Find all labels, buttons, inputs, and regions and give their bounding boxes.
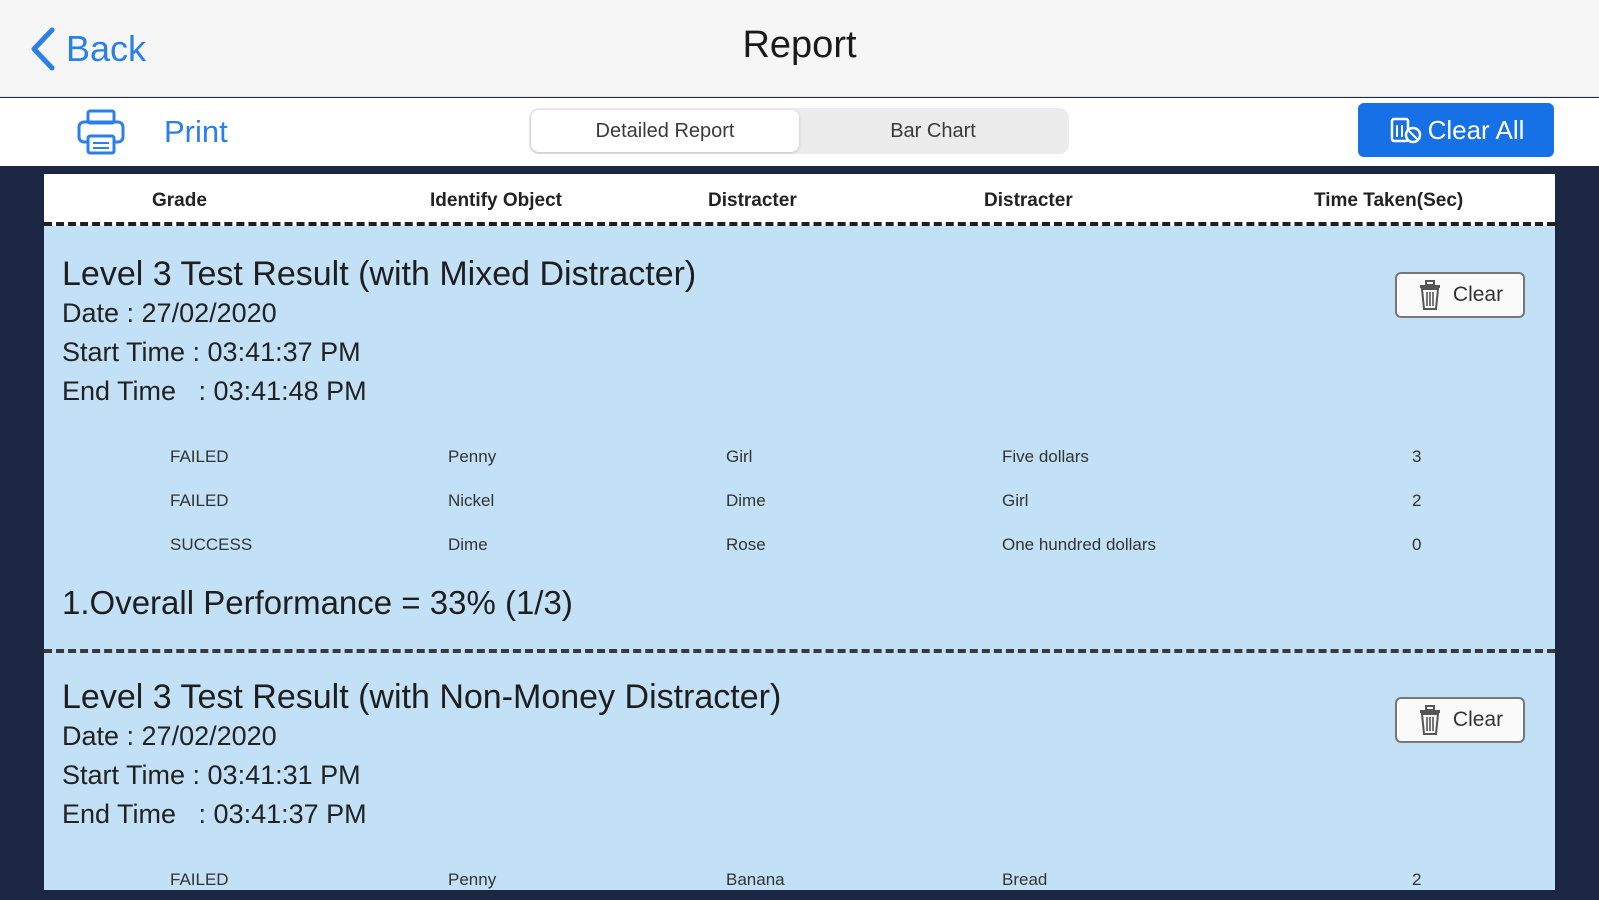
cell-distracter-2: One hundred dollars: [1002, 535, 1157, 554]
result-date: Date : 27/02/2020: [62, 298, 277, 328]
clear-result-button[interactable]: Clear: [1395, 272, 1525, 318]
cell-time-taken: 3: [1412, 447, 1422, 466]
column-header-distracter-1: Distracter: [708, 190, 797, 211]
print-label: Print: [164, 114, 228, 149]
clear-all-button[interactable]: Clear All: [1358, 103, 1554, 157]
print-button[interactable]: Print: [76, 104, 228, 160]
cell-grade: FAILED: [170, 447, 229, 466]
clear-result-label: Clear: [1452, 283, 1504, 306]
clear-all-label: Clear All: [1427, 114, 1525, 145]
trash-icon: [1419, 280, 1440, 310]
result-rows: FAILED Penny Banana Bread 2: [62, 860, 1555, 890]
cell-identify-object: Penny: [448, 447, 497, 466]
result-end-time: End Time : 03:41:37 PM: [62, 799, 367, 829]
segment-detailed-report[interactable]: Detailed Report: [531, 110, 799, 152]
cell-grade: FAILED: [170, 870, 229, 889]
cell-distracter-1: Dime: [726, 491, 766, 510]
cell-distracter-2: Bread: [1002, 870, 1048, 889]
cell-grade: SUCCESS: [170, 535, 253, 554]
segment-bar-chart[interactable]: Bar Chart: [799, 110, 1067, 152]
result-rows: FAILED Penny Girl Five dollars 3 FAILED …: [62, 437, 1555, 569]
table-row: FAILED Penny Girl Five dollars 3: [62, 437, 1555, 481]
result-start-time: Start Time : 03:41:31 PM: [62, 760, 361, 790]
trash-icon: [1419, 705, 1440, 735]
result-date: Date : 27/02/2020: [62, 721, 277, 751]
page-title: Report: [742, 24, 857, 66]
result-title: Level 3 Test Result (with Non-Money Dist…: [62, 678, 782, 716]
table-header: Grade Identify Object Distracter Distrac…: [44, 174, 1555, 226]
table-row: SUCCESS Dime Rose One hundred dollars 0: [62, 525, 1555, 569]
cell-distracter-1: Rose: [726, 535, 766, 554]
clear-result-label: Clear: [1452, 708, 1504, 731]
cell-distracter-2: Five dollars: [1002, 447, 1089, 466]
cell-identify-object: Nickel: [448, 491, 495, 510]
column-header-identify-object: Identify Object: [430, 190, 562, 211]
cell-distracter-1: Banana: [726, 870, 785, 889]
column-header-distracter-2: Distracter: [984, 190, 1073, 211]
cell-distracter-2: Girl: [1002, 491, 1029, 510]
table-row: FAILED Nickel Dime Girl 2: [62, 481, 1555, 525]
report-view-segmented-control: Detailed Report Bar Chart: [529, 108, 1069, 154]
navigation-bar: Back Report: [0, 0, 1599, 97]
overall-performance: 1.Overall Performance = 33% (1/3): [62, 584, 573, 621]
cell-identify-object: Penny: [448, 870, 497, 889]
cell-grade: FAILED: [170, 491, 229, 510]
cell-distracter-1: Girl: [726, 447, 753, 466]
result-start-time: Start Time : 03:41:37 PM: [62, 337, 361, 367]
clear-result-button[interactable]: Clear: [1395, 697, 1525, 743]
printer-icon: [77, 109, 125, 155]
report-panel[interactable]: Grade Identify Object Distracter Distrac…: [44, 174, 1555, 890]
toolbar: Print Detailed Report Bar Chart Clear Al…: [0, 98, 1599, 166]
cell-time-taken: 2: [1412, 870, 1422, 889]
cell-time-taken: 2: [1412, 491, 1422, 510]
column-header-grade: Grade: [152, 190, 207, 211]
column-header-time-taken: Time Taken(Sec): [1314, 190, 1464, 211]
result-section: Level 3 Test Result (with Non-Money Dist…: [44, 653, 1555, 890]
result-section: Level 3 Test Result (with Mixed Distract…: [44, 226, 1555, 623]
result-end-time: End Time : 03:41:48 PM: [62, 376, 367, 406]
cell-identify-object: Dime: [448, 535, 488, 554]
result-title: Level 3 Test Result (with Mixed Distract…: [62, 255, 697, 293]
table-row: FAILED Penny Banana Bread 2: [62, 860, 1555, 890]
cell-time-taken: 0: [1412, 535, 1422, 554]
clear-history-icon: [1390, 117, 1421, 144]
